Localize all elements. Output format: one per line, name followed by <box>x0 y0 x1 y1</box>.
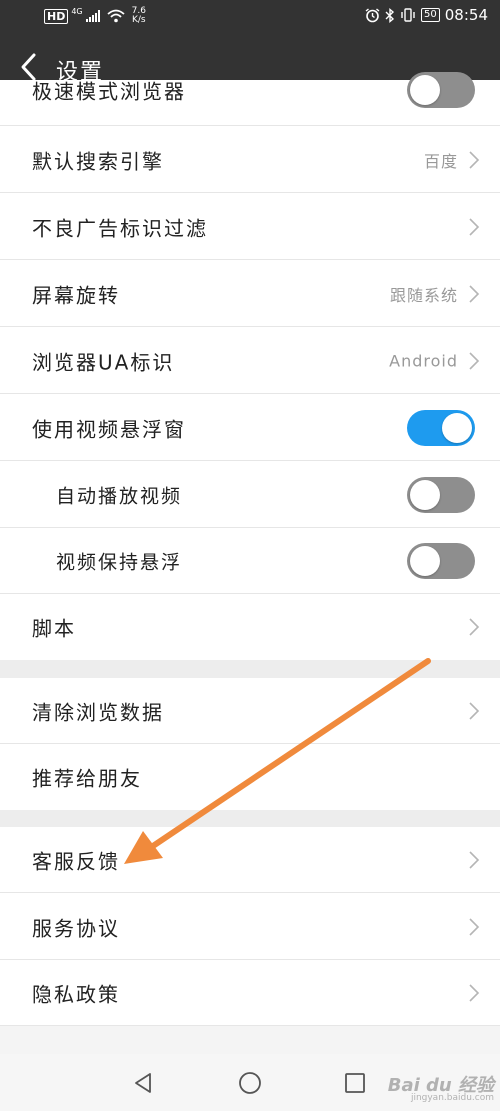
setting-agreement[interactable]: 服务协议 <box>0 893 500 960</box>
setting-value: 跟随系统 <box>389 285 458 305</box>
setting-ad-filter[interactable]: 不良广告标识过滤 <box>0 193 500 260</box>
setting-label: 浏览器UA标识 <box>32 350 175 374</box>
partial-toggle[interactable] <box>407 72 475 108</box>
list-bottom-space <box>0 1026 500 1054</box>
circle-home-icon[interactable] <box>237 1070 263 1096</box>
chevron-right-icon <box>469 702 480 720</box>
chevron-right-icon <box>469 150 480 169</box>
video-float-toggle[interactable] <box>407 409 475 446</box>
hd-badge: HD <box>44 8 69 24</box>
status-left: HD 4G 7.6 K/s <box>44 7 146 25</box>
network-speed: 7.6 K/s <box>132 7 146 25</box>
vibrate-icon <box>401 8 415 22</box>
section-gap <box>0 810 500 827</box>
setting-clear-data[interactable]: 清除浏览数据 <box>0 678 500 744</box>
autoplay-toggle[interactable] <box>407 476 475 513</box>
setting-label: 极速模式浏览器 <box>32 79 186 104</box>
speed-unit: K/s <box>131 15 146 25</box>
watermark: Bai du 经验 jingyan.baidu.com <box>387 1075 494 1105</box>
toggle-knob <box>410 479 440 510</box>
toggle-knob <box>442 412 472 443</box>
setting-privacy[interactable]: 隐私政策 <box>0 960 500 1026</box>
chevron-right-icon <box>469 351 480 370</box>
chevron-right-icon <box>469 917 480 936</box>
chevron-right-icon <box>469 984 480 1002</box>
setting-ua[interactable]: 浏览器UA标识 Android <box>0 327 500 394</box>
chevron-right-icon <box>469 851 480 869</box>
watermark-brand: Bai du 经验 <box>387 1075 494 1096</box>
chevron-right-icon <box>469 284 480 303</box>
setting-script[interactable]: 脚本 <box>0 594 500 660</box>
battery-icon: 50 <box>421 8 440 22</box>
setting-feedback[interactable]: 客服反馈 <box>0 827 500 893</box>
setting-label: 自动播放视频 <box>56 485 183 507</box>
status-right: 50 08:54 <box>365 6 488 24</box>
triangle-back-icon[interactable] <box>130 1070 156 1096</box>
chevron-right-icon <box>469 217 480 236</box>
setting-label: 视频保持悬浮 <box>56 551 183 574</box>
setting-label: 清除浏览数据 <box>32 700 164 725</box>
setting-label: 不良广告标识过滤 <box>32 216 208 240</box>
setting-label: 屏幕旋转 <box>32 283 120 307</box>
setting-keep-float[interactable]: 视频保持悬浮 <box>0 528 500 594</box>
setting-screen-rotation[interactable]: 屏幕旋转 跟随系统 <box>0 260 500 327</box>
section-gap <box>0 660 500 678</box>
setting-label: 隐私政策 <box>32 982 120 1007</box>
chevron-right-icon <box>469 618 480 636</box>
wifi-icon <box>107 9 125 23</box>
signal-icon <box>85 10 100 22</box>
setting-recommend[interactable]: 推荐给朋友 <box>0 744 500 810</box>
toggle-knob <box>410 75 440 105</box>
setting-label: 默认搜索引擎 <box>32 149 164 173</box>
setting-label: 客服反馈 <box>32 849 120 874</box>
setting-video-float[interactable]: 使用视频悬浮窗 <box>0 394 500 461</box>
setting-search-engine[interactable]: 默认搜索引擎 百度 <box>0 126 500 193</box>
toggle-knob <box>410 546 440 576</box>
setting-value: 百度 <box>423 151 458 171</box>
status-bar: HD 4G 7.6 K/s 50 08:54 <box>0 0 500 34</box>
setting-value: Android <box>389 351 458 370</box>
setting-label: 脚本 <box>32 616 76 641</box>
bluetooth-icon <box>385 7 395 23</box>
keep-float-toggle[interactable] <box>407 543 475 579</box>
status-time: 08:54 <box>444 6 488 24</box>
square-recents-icon[interactable] <box>342 1070 368 1096</box>
setting-label: 服务协议 <box>32 916 120 940</box>
setting-label: 使用视频悬浮窗 <box>32 417 186 441</box>
setting-label: 推荐给朋友 <box>32 766 142 791</box>
network-type: 4G <box>71 6 83 16</box>
setting-autoplay[interactable]: 自动播放视频 <box>0 461 500 528</box>
alarm-icon <box>365 7 380 22</box>
setting-partial[interactable]: 极速模式浏览器 <box>0 72 500 126</box>
